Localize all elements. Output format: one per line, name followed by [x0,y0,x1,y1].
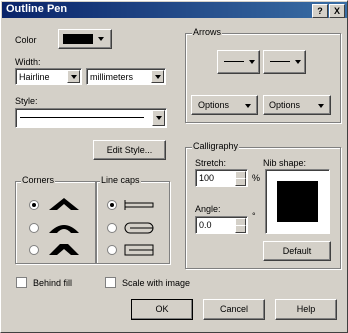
line-preview [270,61,290,62]
units-select[interactable]: millimeters [86,68,166,85]
behind-fill-label: Behind fill [33,278,73,288]
title-bar[interactable]: Outline Pen ? X [2,2,347,18]
width-label: Width: [15,57,41,67]
square-cap-icon [124,244,154,256]
outline-pen-dialog: Outline Pen ? X Color Width: Hairline mi… [0,0,348,333]
chevron-down-icon [245,104,251,108]
start-arrow-button[interactable] [217,50,260,74]
nib-square [277,181,318,222]
options-label: Options [198,100,230,110]
behind-fill-checkbox[interactable] [16,277,27,288]
line-style-preview [20,117,144,118]
stretch-value: 100 [199,173,215,183]
color-label: Color [15,35,37,45]
stretch-unit: % [252,173,261,183]
nib-shape-preview[interactable] [265,169,330,234]
butt-cap-icon [124,200,154,210]
corner-round-radio[interactable] [29,223,39,233]
corner-miter-radio[interactable] [29,200,39,210]
ok-button[interactable]: OK [131,299,193,320]
corners-label: Corners [21,175,56,185]
window-title: Outline Pen [6,3,68,15]
round-corner-icon [49,225,79,233]
style-label: Style: [15,96,38,106]
arrows-label: Arrows [192,27,223,37]
default-button[interactable]: Default [263,241,331,261]
nib-shape-label: Nib shape: [263,158,307,168]
angle-input[interactable]: 0.0 [195,216,248,234]
help-button[interactable]: Help [275,299,337,320]
chevron-down-icon[interactable] [67,70,80,83]
help-icon: ? [317,6,323,16]
cancel-button[interactable]: Cancel [203,299,265,320]
cap-square-radio[interactable] [107,245,117,255]
stretch-input[interactable]: 100 [195,169,248,187]
line-caps-label: Line caps [100,175,141,185]
chevron-down-icon [98,37,104,41]
width-select[interactable]: Hairline [15,68,82,85]
calligraphy-label: Calligraphy [192,141,240,151]
color-picker-button[interactable] [58,29,112,49]
edit-style-button[interactable]: Edit Style... [93,140,166,160]
options-label: Options [269,100,301,110]
bevel-corner-icon [49,244,79,255]
width-value: Hairline [19,72,50,82]
cap-round-radio[interactable] [107,223,117,233]
stretch-label: Stretch: [195,158,227,168]
end-arrow-options-button[interactable]: Options [263,95,331,115]
corner-bevel-radio[interactable] [29,245,39,255]
start-arrow-options-button[interactable]: Options [191,95,258,115]
miter-corner-icon [49,198,79,210]
chevron-down-icon[interactable] [151,70,164,83]
units-value: millimeters [90,72,134,82]
angle-label: Angle: [195,204,221,214]
chevron-down-icon [318,104,324,108]
chevron-down-icon [295,60,301,64]
scale-with-image-checkbox[interactable] [105,277,116,288]
cap-butt-radio[interactable] [107,200,117,210]
angle-unit: ° [252,211,256,221]
chevron-down-icon [249,60,255,64]
line-preview [224,61,244,62]
style-select[interactable] [15,108,167,128]
scale-with-image-label: Scale with image [122,278,191,288]
spin-down-icon[interactable] [235,178,246,186]
chevron-down-icon[interactable] [152,110,165,126]
close-button[interactable]: X [329,4,345,18]
spin-down-icon[interactable] [235,225,246,233]
round-cap-icon [124,222,154,234]
close-icon: X [333,6,340,16]
help-title-button[interactable]: ? [312,4,328,18]
color-swatch [63,34,93,44]
end-arrow-button[interactable] [263,50,306,74]
angle-value: 0.0 [199,220,212,230]
